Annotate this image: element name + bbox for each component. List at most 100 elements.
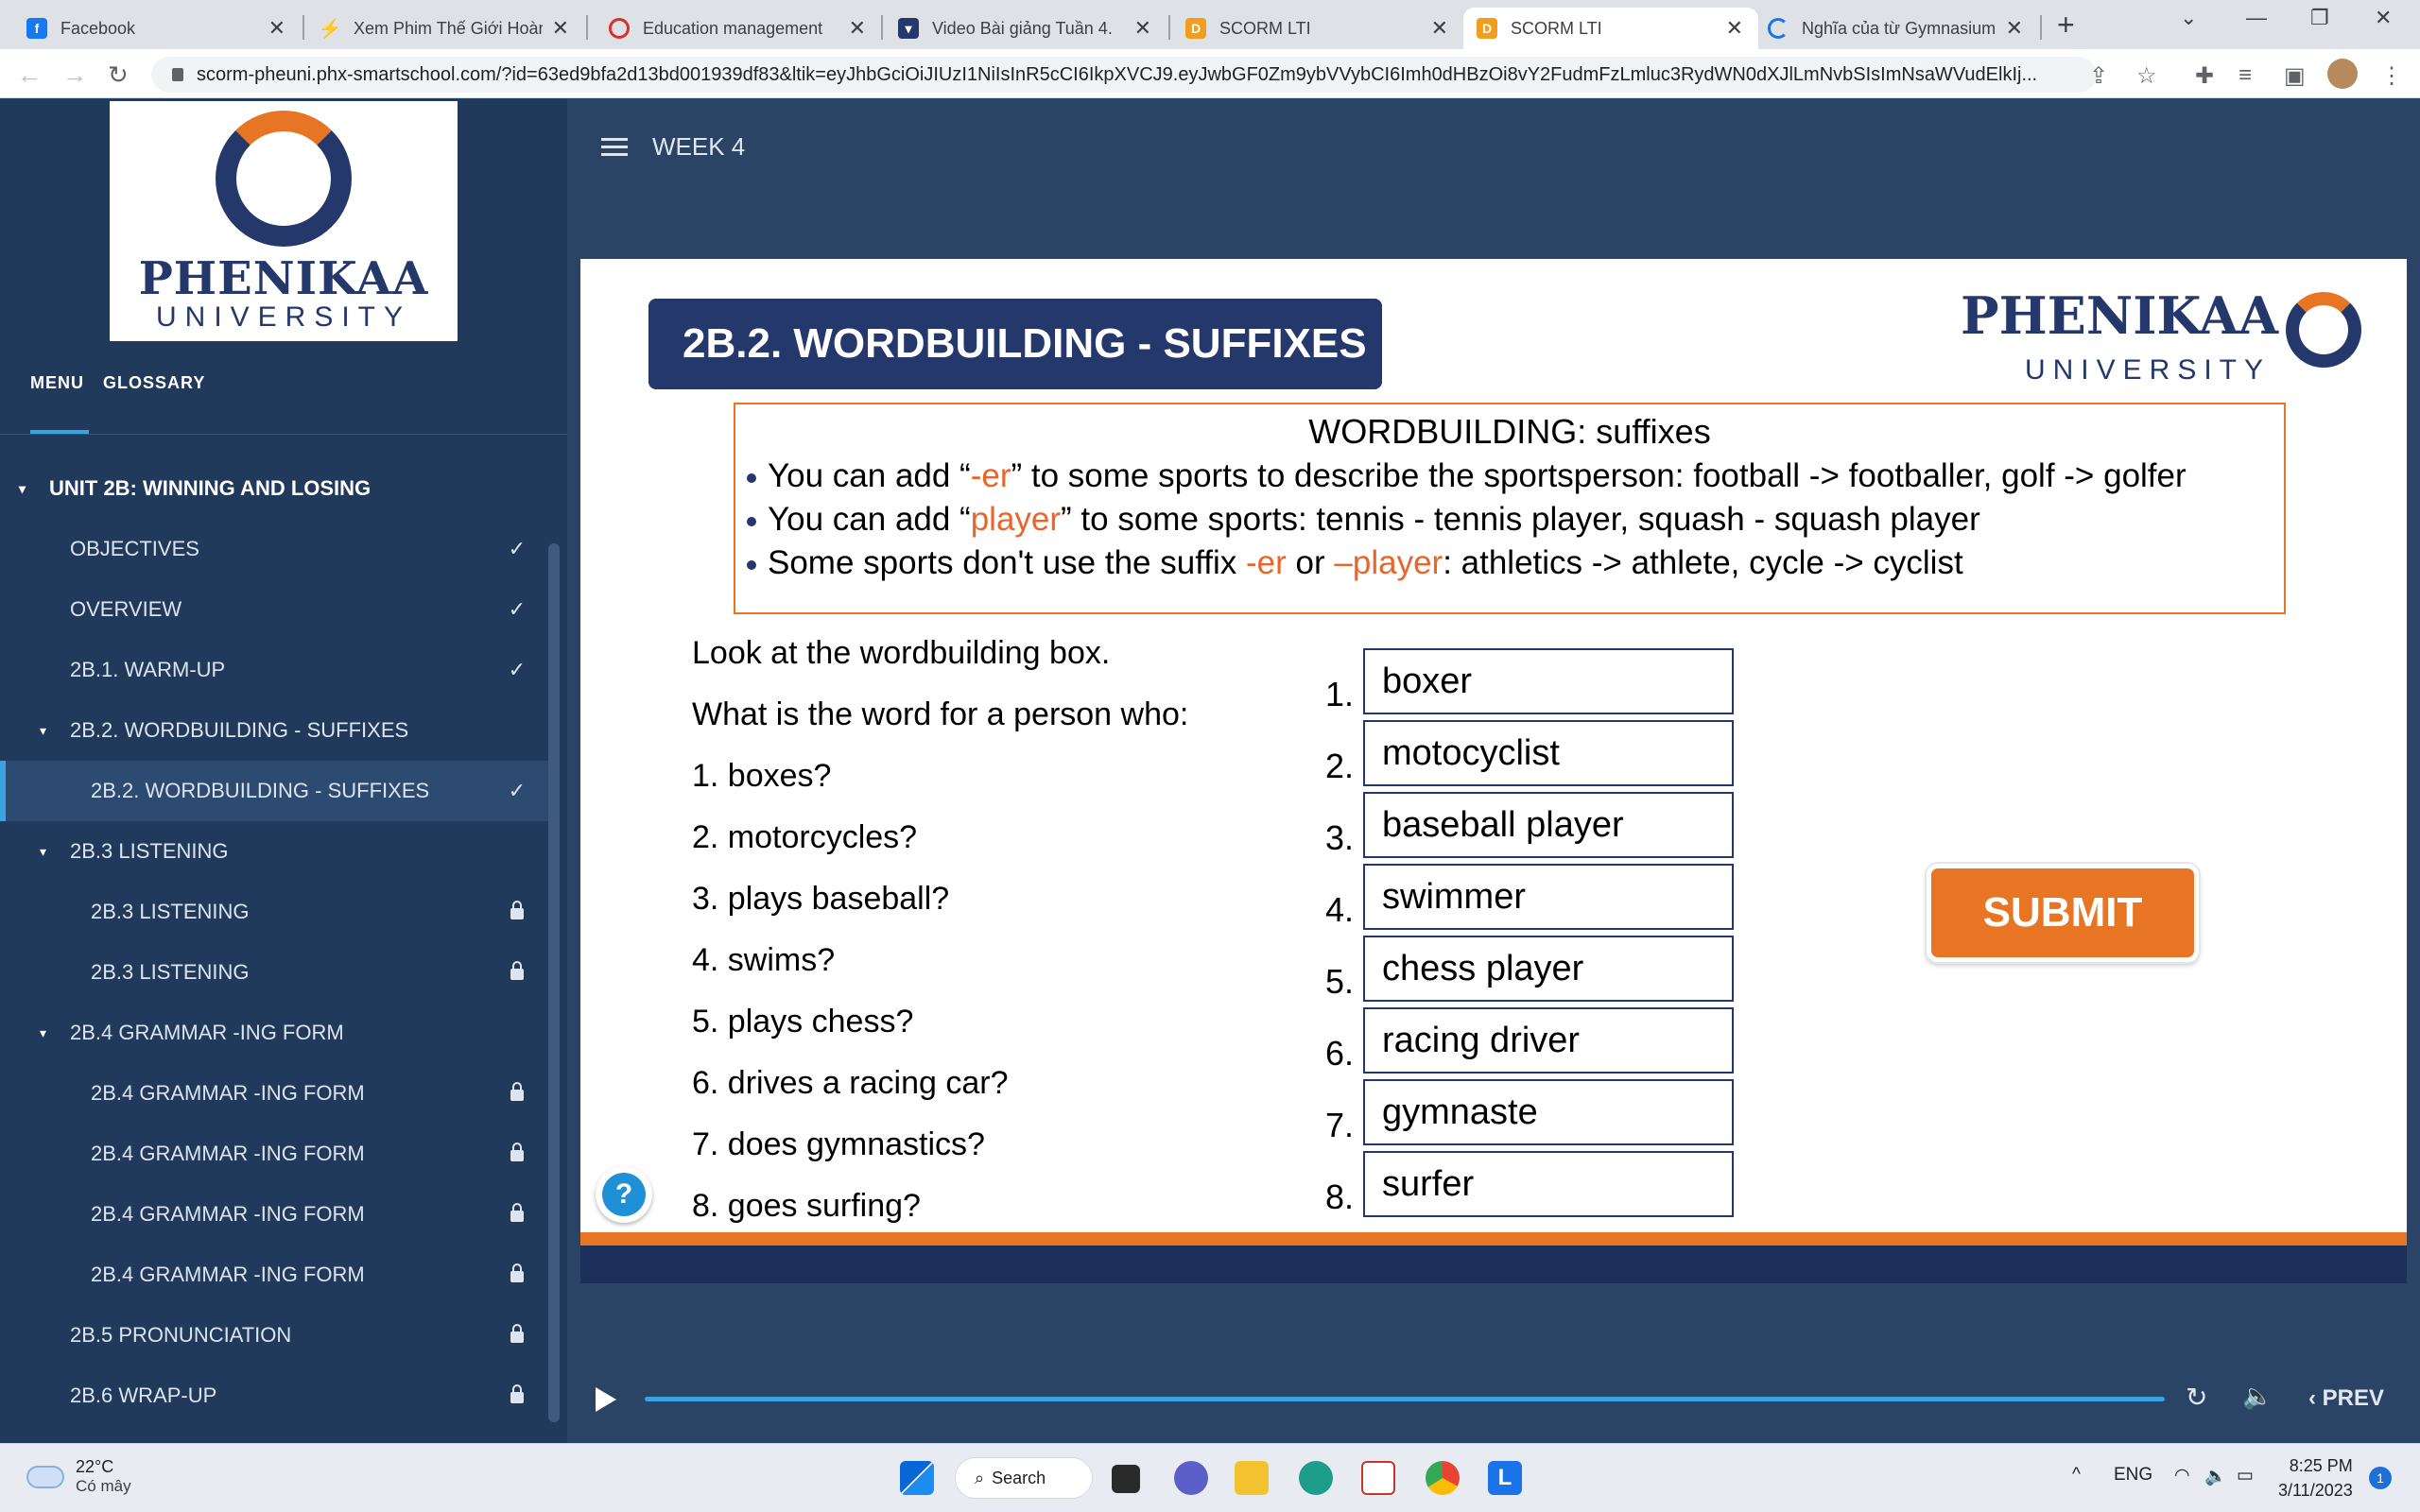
sidebar-item-label: 2B.4 GRAMMAR -ING FORM [91,1081,365,1105]
close-icon[interactable]: ✕ [849,16,866,41]
back-arrow-icon[interactable]: ← [17,60,42,90]
sidebar-item[interactable]: ▾ 2B.2. WORDBUILDING - SUFFIXES [0,700,548,761]
battery-icon[interactable]: ▭ [2237,1465,2254,1486]
extensions-icon[interactable]: ✚ [2195,62,2214,90]
sidebar-item[interactable]: 2B.4 GRAMMAR -ING FORM [0,1124,548,1184]
answer-number: 3. [1325,818,1355,857]
reload-icon[interactable]: ↻ [108,60,129,90]
help-button[interactable]: ? [596,1166,652,1223]
share-icon[interactable]: ⇪ [2089,62,2108,90]
browser-tab-education[interactable]: Education management ✕ [588,8,881,49]
sidebar-item-label: 2B.3 LISTENING [70,839,229,863]
sidebar-item[interactable]: 2B.3 LISTENING [0,942,548,1003]
play-icon[interactable] [596,1387,616,1412]
url-bar[interactable]: scorm-pheuni.phx-smartschool.com/?id=63e… [151,57,2097,93]
answer-input[interactable]: chess player [1363,936,1734,1002]
close-icon[interactable]: ✕ [2006,16,2023,41]
cloud-icon [26,1465,64,1488]
caret-down-icon[interactable]: ▾ [40,1025,46,1041]
caret-down-icon[interactable]: ▾ [19,481,26,497]
sidebar-item[interactable]: OBJECTIVES ✓ [0,519,548,579]
caret-down-icon[interactable]: ▾ [40,723,46,739]
new-tab-plus-icon[interactable]: + [2057,8,2075,43]
chevron-up-icon[interactable]: ^ [2072,1465,2081,1486]
answer-input[interactable]: baseball player [1363,792,1734,858]
sidebar-scrollbar[interactable] [548,543,560,1422]
tab-menu[interactable]: MENU [30,373,84,392]
logo-wordmark: PHENIKAA [138,252,429,305]
sidebar-tabs: MENU GLOSSARY [30,373,218,393]
question-item: 8. goes surfing? [692,1188,921,1224]
answer-input[interactable]: motocyclist [1363,720,1734,786]
sidebar-item[interactable]: 2B.5 PRONUNCIATION [0,1305,548,1366]
sidebar-item[interactable]: ▾ 2B.3 LISTENING [0,821,548,882]
edge-browser-icon[interactable] [1299,1461,1333,1495]
replay-icon[interactable]: ↻ [2186,1382,2207,1413]
windows-start-icon[interactable] [900,1461,934,1495]
forward-arrow-icon[interactable]: → [62,60,87,90]
sidebar-item[interactable]: 2B.3 LISTENING [0,882,548,942]
tab-search-chevron-icon[interactable]: ⌄ [2180,6,2197,30]
submit-button[interactable]: SUBMIT [1927,864,2199,962]
sidebar-item[interactable]: OVERVIEW ✓ [0,579,548,640]
close-icon[interactable]: ✕ [1726,16,1743,41]
sidebar-item[interactable]: 2B.6 WRAP-UP [0,1366,548,1426]
bookmark-star-icon[interactable]: ☆ [2136,62,2157,90]
lock-icon [172,68,183,81]
browser-tab-phim[interactable]: ⚡ Xem Phim Thế Giới Hoàn Mỹ ✕ [304,8,584,49]
lock-icon [510,1143,524,1161]
sidebar-item[interactable]: 2B.4 GRAMMAR -ING FORM [0,1245,548,1305]
restore-icon[interactable]: ❐ [2310,6,2329,30]
system-clock[interactable]: 8:25 PM 3/11/2023 [2278,1453,2353,1503]
close-icon[interactable]: ✕ [1134,16,1151,41]
speaker-icon[interactable]: 🔈 [2204,1465,2227,1487]
file-explorer-icon[interactable] [1235,1461,1269,1495]
media-queue-icon[interactable]: ≡ [2238,62,2252,89]
sidebar-item[interactable]: 2B.4 GRAMMAR -ING FORM [0,1063,548,1124]
sidebar-item[interactable]: 2B.4 GRAMMAR -ING FORM [0,1184,548,1245]
browser-tab-scorm-active[interactable]: D SCORM LTI ✕ [1463,8,1758,49]
close-window-icon[interactable]: ✕ [2375,6,2392,30]
sidebar-item[interactable]: ▾ 2B.4 GRAMMAR -ING FORM [0,1003,548,1063]
taskbar-search[interactable]: ⌕ Search [955,1457,1093,1499]
wifi-icon[interactable]: ◠ [2174,1465,2190,1486]
browser-tab-facebook[interactable]: f Facebook ✕ [0,8,301,49]
course-menu: ▾ UNIT 2B: WINNING AND LOSING OBJECTIVES ✓ O… [0,458,548,1426]
app-l-icon[interactable]: L [1488,1461,1522,1495]
caret-down-icon[interactable]: ▾ [40,844,46,860]
teams-chat-icon[interactable] [1174,1461,1208,1495]
slide-university-logo: PHENIKAA UNIVERSITY [1961,285,2361,387]
input-language[interactable]: ENG [2114,1465,2152,1486]
menu-kebab-icon[interactable]: ⋮ [2380,62,2403,90]
profile-avatar[interactable] [2327,59,2358,89]
playback-progress-bar[interactable] [645,1397,2165,1401]
browser-tab-gymnasium[interactable]: Nghĩa của từ Gymnasium ✕ [1758,8,2038,49]
close-icon[interactable]: ✕ [552,16,569,41]
sidebar-item[interactable]: 2B.2. WORDBUILDING - SUFFIXES ✓ [0,761,548,821]
tab-glossary[interactable]: GLOSSARY [103,373,205,392]
answer-input[interactable]: swimmer [1363,864,1734,930]
side-panel-icon[interactable]: ▣ [2284,62,2306,90]
task-view-icon[interactable] [1112,1465,1140,1493]
chrome-icon[interactable] [1426,1461,1460,1495]
volume-icon[interactable]: 🔈 [2242,1382,2273,1411]
answer-input[interactable]: surfer [1363,1151,1734,1217]
answer-input[interactable]: gymnaste [1363,1079,1734,1145]
prev-button[interactable]: ‹ PREV [2308,1385,2384,1412]
answer-input[interactable]: boxer [1363,648,1734,714]
hamburger-menu-icon[interactable] [601,138,628,157]
sidebar-item[interactable]: ▾ UNIT 2B: WINNING AND LOSING [0,458,548,519]
url-text: scorm-pheuni.phx-smartschool.com/?id=63e… [197,63,2038,85]
sidebar-item-label: 2B.5 PRONUNCIATION [70,1323,292,1347]
snipping-tool-icon[interactable] [1361,1461,1395,1495]
weather-widget[interactable]: 22°C Có mây [26,1457,131,1496]
close-icon[interactable]: ✕ [1431,16,1448,41]
close-icon[interactable]: ✕ [268,16,285,41]
browser-tab-scorm-1[interactable]: D SCORM LTI ✕ [1170,8,1463,49]
notification-badge[interactable]: 1 [2369,1467,2392,1489]
browser-tab-video[interactable]: ▾ Video Bài giảng Tuần 4. ✕ [883,8,1167,49]
sidebar-item[interactable]: 2B.1. WARM-UP ✓ [0,640,548,700]
checkmark-icon: ✓ [508,779,526,802]
answer-input[interactable]: racing driver [1363,1007,1734,1074]
minimize-icon[interactable]: — [2246,6,2267,30]
